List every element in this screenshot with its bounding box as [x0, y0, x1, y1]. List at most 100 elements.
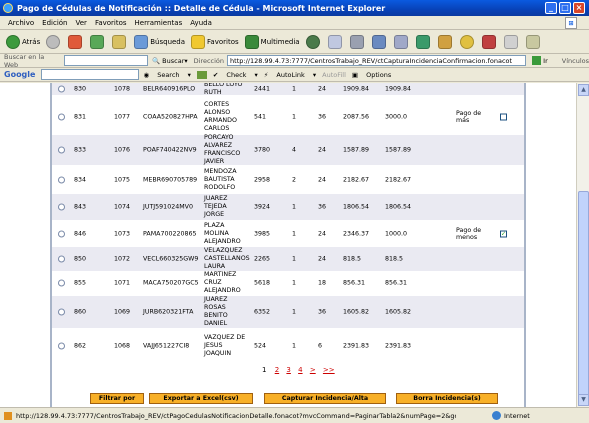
stop-button[interactable]: [68, 34, 84, 49]
maximize-button[interactable]: □: [559, 2, 571, 14]
autolink-button[interactable]: ⚡ AutoLink ▾: [264, 71, 316, 79]
tool-button-3[interactable]: [503, 34, 520, 49]
url-input[interactable]: http://128.99.4.73:7777/CentrosTrabajo_R…: [227, 55, 527, 66]
incidence-checkbox[interactable]: [500, 113, 507, 121]
cell-c: 4: [292, 146, 297, 154]
page-last-link[interactable]: >>: [323, 366, 335, 374]
menu-archivo[interactable]: Archivo: [8, 19, 34, 27]
research-button[interactable]: [437, 34, 454, 49]
options-button[interactable]: ▣ Options: [352, 71, 397, 79]
cell-c: 1: [292, 230, 297, 238]
cell-n: 3780: [254, 146, 271, 154]
name-line: JOAQUIN: [204, 350, 232, 357]
row-select-radio[interactable]: [58, 146, 65, 154]
minimize-button[interactable]: _: [545, 2, 557, 14]
scroll-up-arrow[interactable]: ▲: [578, 84, 589, 96]
delete-incidence-button[interactable]: Borra Incidencia(s): [396, 393, 498, 404]
cell-f: 1000.0: [385, 230, 408, 238]
close-button[interactable]: ×: [573, 2, 585, 14]
row-select-radio[interactable]: [58, 279, 65, 287]
table-row: 850 1072 VECL660325GW9 2265 1 24 818.5 818.5 VEL…: [52, 247, 524, 271]
employee-name: CORTES ALONSO ARMANDO CARLOS: [204, 101, 237, 133]
cell-b: 1076: [114, 146, 131, 154]
history-icon: [305, 34, 320, 49]
page-link-2[interactable]: 2: [275, 366, 279, 374]
web-search-input[interactable]: [64, 55, 149, 66]
page-next-link[interactable]: >: [310, 366, 316, 374]
address-bar: Buscar en la Web 🔍 Buscar ▾ Dirección htt…: [0, 53, 589, 69]
menu-ver[interactable]: Ver: [76, 19, 87, 27]
filter-button[interactable]: Filtrar por: [90, 393, 144, 404]
cell-c: 1: [292, 113, 297, 121]
search-web-button[interactable]: 🔍 Buscar ▾: [152, 57, 188, 65]
name-line: MARTINEZ: [204, 271, 237, 278]
cell-f: 2182.67: [385, 176, 412, 184]
google-search-icon: ◉: [143, 70, 152, 79]
home-button[interactable]: [112, 34, 128, 49]
refresh-button[interactable]: [90, 34, 106, 49]
mail-button[interactable]: [327, 34, 344, 49]
vertical-scrollbar[interactable]: ▲ ▼: [576, 83, 589, 407]
menu-favoritos[interactable]: Favoritos: [95, 19, 127, 27]
cell-e: 2391.83: [343, 342, 370, 350]
multimedia-button[interactable]: Multimedia: [244, 34, 300, 49]
toolbar: Atrás Búsqueda Favoritos Multimedia: [0, 30, 589, 54]
discuss-button[interactable]: [393, 34, 410, 49]
tool-button-1[interactable]: [459, 34, 476, 49]
discuss-icon: [393, 34, 408, 49]
menu-herramientas[interactable]: Herramientas: [135, 19, 183, 27]
cell-n: 2441: [254, 85, 271, 93]
row-select-radio[interactable]: [58, 85, 65, 93]
messenger-button[interactable]: [415, 34, 432, 49]
name-line: CORTES: [204, 101, 230, 108]
edit-button[interactable]: [371, 34, 388, 49]
row-select-radio[interactable]: [58, 176, 65, 184]
forward-arrow-icon: [46, 34, 61, 49]
print-button[interactable]: [349, 34, 366, 49]
tool-button-2[interactable]: [481, 34, 498, 49]
cell-rfc: PAMA700220865: [143, 230, 197, 238]
name-line: LAURA: [204, 263, 225, 270]
search-button[interactable]: Búsqueda: [134, 34, 185, 49]
name-line: ALEJANDRO: [204, 238, 241, 245]
row-select-radio[interactable]: [58, 113, 65, 121]
name-line: RUTH: [204, 89, 222, 96]
google-search-button[interactable]: ◉ Search ▾: [143, 71, 190, 79]
export-excel-button[interactable]: Exportar a Excel(csv): [149, 393, 253, 404]
cell-a: 862: [74, 342, 87, 350]
scroll-down-arrow[interactable]: ▼: [578, 394, 589, 406]
links-label[interactable]: Vínculos: [562, 57, 589, 65]
page-link-4[interactable]: 4: [298, 366, 302, 374]
forward-button[interactable]: [46, 34, 62, 49]
print-icon: [349, 34, 364, 49]
cell-a: 843: [74, 203, 87, 211]
favorites-button[interactable]: Favoritos: [191, 34, 239, 49]
menu-ayuda[interactable]: Ayuda: [190, 19, 212, 27]
google-search-input[interactable]: [41, 69, 140, 80]
row-select-radio[interactable]: [58, 203, 65, 211]
history-button[interactable]: [305, 34, 322, 49]
row-select-radio[interactable]: [58, 308, 65, 316]
scroll-thumb[interactable]: [578, 191, 589, 401]
cell-c: 1: [292, 203, 297, 211]
cell-e: 1605.82: [343, 308, 370, 316]
spellcheck-button[interactable]: ✔ Check ▾: [213, 71, 258, 79]
cell-rfc: VAJJ651227CI8: [143, 342, 190, 350]
incidence-checkbox[interactable]: ✓: [500, 230, 507, 238]
cell-n: 541: [254, 113, 267, 121]
autofill-button[interactable]: AutoFill: [322, 71, 346, 79]
tool-button-4[interactable]: [525, 34, 542, 49]
cell-c: 1: [292, 308, 297, 316]
page-link-3[interactable]: 3: [286, 366, 290, 374]
globe-icon: [492, 411, 501, 420]
pagination: 1 2 3 4 > >>: [262, 366, 340, 374]
menu-bar: Archivo Edición Ver Favoritos Herramient…: [0, 16, 589, 30]
capture-incidence-button[interactable]: Capturar Incidencia/Alta: [264, 393, 386, 404]
menu-edicion[interactable]: Edición: [42, 19, 67, 27]
back-button[interactable]: Atrás: [6, 34, 40, 49]
cell-e: 1909.84: [343, 85, 370, 93]
row-select-radio[interactable]: [58, 342, 65, 350]
row-select-radio[interactable]: [58, 230, 65, 238]
row-select-radio[interactable]: [58, 255, 65, 263]
go-button[interactable]: Ir: [532, 56, 548, 65]
